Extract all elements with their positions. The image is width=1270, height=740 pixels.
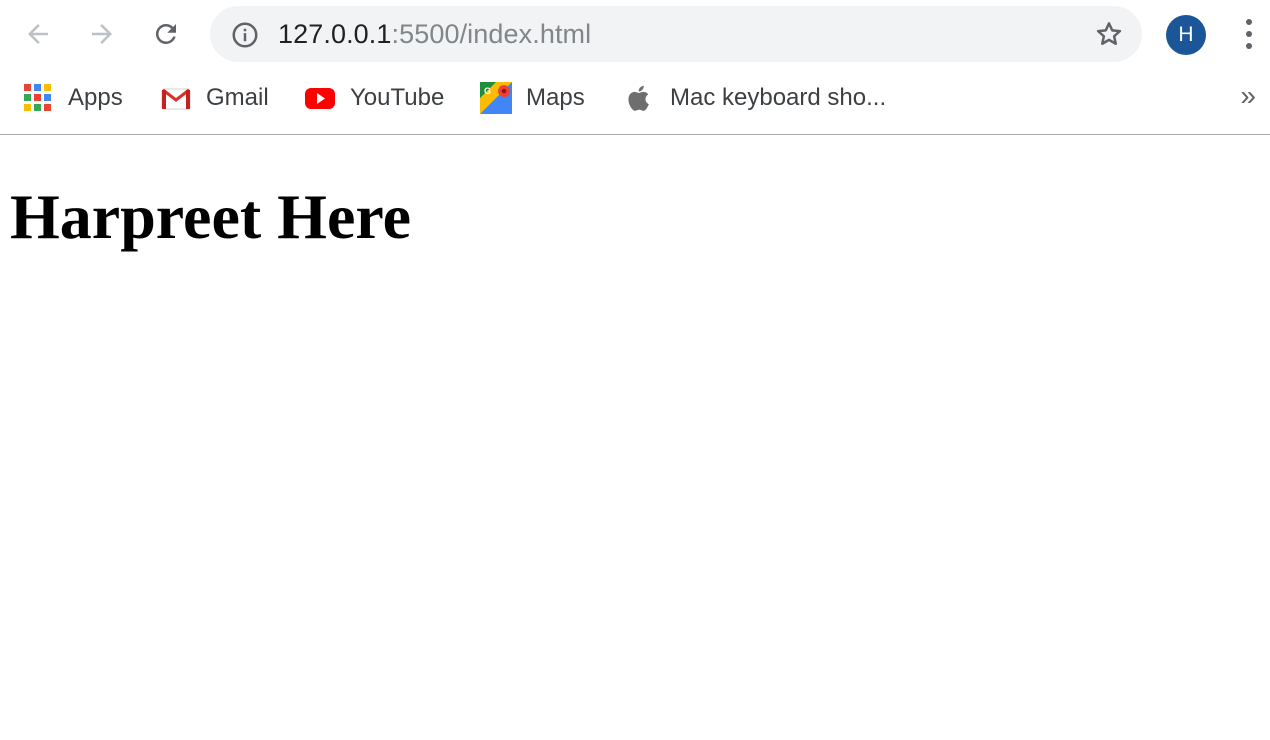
bookmark-maps[interactable]: G Maps <box>480 68 585 128</box>
info-icon[interactable] <box>230 20 260 50</box>
bookmark-label: Gmail <box>206 84 269 111</box>
browser-menu-button[interactable] <box>1234 14 1266 54</box>
arrow-left-icon <box>28 24 48 44</box>
vertical-dots-icon <box>1246 19 1252 25</box>
bookmark-label: Mac keyboard sho... <box>670 84 887 111</box>
reload-button[interactable] <box>146 14 186 54</box>
browser-toolbar: 127.0.0.1:5500/index.html H <box>0 0 1270 68</box>
arrow-right-icon <box>92 24 112 44</box>
bookmark-apps[interactable]: Apps <box>22 68 123 128</box>
bookmarks-bar: Apps Gmail YouTube G Maps Mac keyboard s… <box>0 68 1270 135</box>
youtube-icon <box>305 88 335 109</box>
gmail-icon <box>161 88 191 110</box>
bookmark-label: Maps <box>526 84 585 111</box>
reload-icon <box>155 23 176 44</box>
page-content: Harpreet Here <box>0 136 1270 740</box>
page-heading: Harpreet Here <box>10 181 411 252</box>
bookmark-label: Apps <box>68 84 123 111</box>
star-icon[interactable] <box>1094 19 1124 49</box>
address-bar[interactable]: 127.0.0.1:5500/index.html <box>210 6 1142 62</box>
url-host: 127.0.0.1 <box>278 19 392 49</box>
apps-grid-icon <box>22 82 54 114</box>
vertical-dots-icon <box>1246 31 1252 37</box>
url-path: :5500/index.html <box>391 19 592 49</box>
bookmark-gmail[interactable]: Gmail <box>160 68 269 128</box>
back-button[interactable] <box>18 14 58 54</box>
maps-icon: G <box>480 82 512 114</box>
bookmark-label: YouTube <box>350 84 445 111</box>
svg-text:G: G <box>484 86 491 96</box>
bookmark-youtube[interactable]: YouTube <box>304 68 444 128</box>
bookmarks-overflow-button[interactable]: » <box>1240 82 1256 110</box>
url-text[interactable]: 127.0.0.1:5500/index.html <box>278 6 591 62</box>
apple-icon <box>628 85 649 111</box>
profile-avatar[interactable]: H <box>1166 15 1206 55</box>
vertical-dots-icon <box>1246 43 1252 49</box>
bookmark-mac-keyboard[interactable]: Mac keyboard sho... <box>624 68 886 128</box>
forward-button[interactable] <box>82 14 122 54</box>
